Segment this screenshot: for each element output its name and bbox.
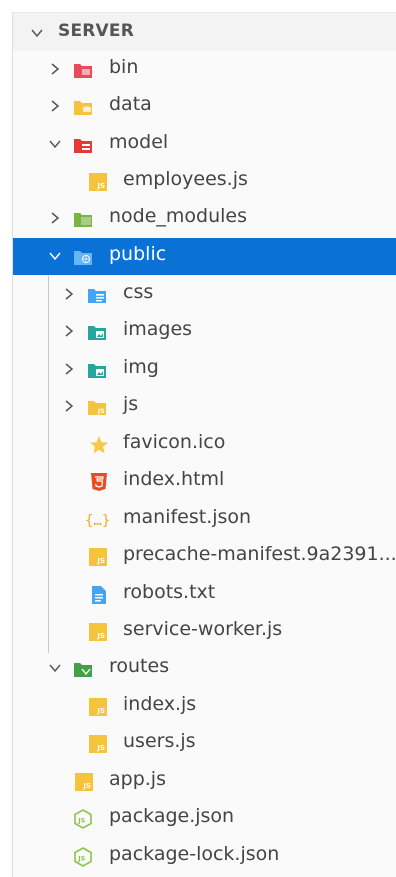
css-folder-icon bbox=[88, 289, 106, 303]
svg-text:JS: JS bbox=[77, 855, 85, 863]
tree-item-label: images bbox=[123, 318, 193, 340]
tree-item-label: img bbox=[123, 356, 159, 378]
tree-item-model[interactable]: model bbox=[13, 126, 396, 163]
tree-item-label: app.js bbox=[109, 768, 166, 790]
javascript-file-icon: JS bbox=[89, 698, 107, 716]
javascript-file-icon: JS bbox=[89, 173, 107, 191]
tree-item-label: routes bbox=[109, 655, 170, 677]
svg-text:JS: JS bbox=[77, 817, 85, 825]
tree-item-label: bin bbox=[109, 56, 139, 78]
chevron-down-icon[interactable] bbox=[48, 249, 62, 263]
tree-item-manifest-json[interactable]: {…} manifest.json bbox=[13, 501, 396, 538]
tree-item-index-html[interactable]: index.html bbox=[13, 463, 396, 500]
chevron-right-icon[interactable] bbox=[62, 399, 76, 413]
bin-folder-icon bbox=[74, 64, 92, 78]
js-folder-icon: JS bbox=[88, 401, 106, 415]
text-file-icon bbox=[92, 586, 106, 604]
html5-icon bbox=[91, 473, 107, 491]
nodejs-icon: JS bbox=[74, 847, 92, 867]
tree-item-label: node_modules bbox=[109, 205, 248, 227]
tree-item-service-worker-js[interactable]: JS service-worker.js bbox=[13, 613, 396, 650]
javascript-file-icon: JS bbox=[89, 735, 107, 753]
tree-item-data[interactable]: data bbox=[13, 88, 396, 125]
tree-item-label: manifest.json bbox=[123, 506, 252, 528]
tree-item-routes[interactable]: routes bbox=[13, 650, 396, 687]
tree-item-robots-txt[interactable]: robots.txt bbox=[13, 576, 396, 613]
tree-item-label: package.json bbox=[109, 805, 235, 827]
explorer-section-header[interactable]: SERVER bbox=[13, 13, 396, 51]
tree-item-label: service-worker.js bbox=[123, 618, 283, 640]
tree-item-package-lock-json[interactable]: JS package-lock.json bbox=[13, 838, 396, 875]
json-braces-icon: {…} bbox=[85, 513, 110, 529]
chevron-right-icon[interactable] bbox=[48, 211, 62, 225]
tree-item-label: js bbox=[123, 393, 139, 415]
tree-item-label: employees.js bbox=[123, 168, 248, 190]
javascript-file-icon: JS bbox=[89, 548, 107, 566]
tree-item-label: favicon.ico bbox=[123, 431, 226, 453]
tree-item-app-js[interactable]: JS app.js bbox=[13, 763, 396, 800]
chevron-right-icon[interactable] bbox=[48, 62, 62, 76]
tree-item-users-js[interactable]: JS users.js bbox=[13, 725, 396, 762]
tree-item-js[interactable]: JS js bbox=[13, 388, 396, 425]
tree-item-label: precache-manifest.9a2391... bbox=[123, 543, 396, 565]
tree-item-label: package-lock.json bbox=[109, 843, 280, 865]
node-modules-folder-icon bbox=[74, 213, 92, 227]
chevron-right-icon[interactable] bbox=[62, 362, 76, 376]
tree-item-package-json[interactable]: JS package.json bbox=[13, 800, 396, 837]
tree-item-favicon[interactable]: favicon.ico bbox=[13, 426, 396, 463]
tree-item-label: data bbox=[109, 93, 152, 115]
model-folder-icon bbox=[74, 139, 92, 153]
tree-item-label: public bbox=[109, 243, 167, 265]
chevron-down-icon[interactable] bbox=[30, 26, 44, 40]
chevron-right-icon[interactable] bbox=[62, 287, 76, 301]
tree-item-label: robots.txt bbox=[123, 581, 216, 603]
img-folder-icon bbox=[88, 364, 106, 378]
javascript-file-icon: JS bbox=[75, 773, 93, 791]
tree-item-public[interactable]: public bbox=[13, 238, 396, 275]
chevron-down-icon[interactable] bbox=[48, 137, 62, 151]
svg-text:JS: JS bbox=[97, 408, 105, 415]
tree-item-css[interactable]: css bbox=[13, 276, 396, 313]
public-folder-icon bbox=[74, 251, 92, 265]
tree-item-node-modules[interactable]: node_modules bbox=[13, 200, 396, 237]
tree-item-label: css bbox=[123, 281, 154, 303]
tree-item-img[interactable]: img bbox=[13, 351, 396, 388]
section-title: SERVER bbox=[58, 21, 135, 41]
images-folder-icon bbox=[88, 326, 106, 340]
tree-item-precache-manifest[interactable]: JS precache-manifest.9a2391... bbox=[13, 538, 396, 575]
tree-item-label: index.html bbox=[123, 468, 225, 490]
nodejs-icon: JS bbox=[74, 809, 92, 829]
routes-folder-icon bbox=[74, 663, 92, 677]
javascript-file-icon: JS bbox=[89, 623, 107, 641]
tree-item-bin[interactable]: bin bbox=[13, 51, 396, 88]
tree-item-employees-js[interactable]: JS employees.js bbox=[13, 163, 396, 200]
tree-item-routes-index-js[interactable]: JS index.js bbox=[13, 688, 396, 725]
tree-item-label: index.js bbox=[123, 693, 197, 715]
chevron-right-icon[interactable] bbox=[48, 99, 62, 113]
svg-text:{…}: {…} bbox=[85, 513, 110, 529]
tree-item-images[interactable]: images bbox=[13, 313, 396, 350]
star-icon bbox=[90, 436, 108, 454]
data-folder-icon bbox=[74, 101, 92, 115]
tree-item-label: users.js bbox=[123, 730, 196, 752]
tree-item-label: model bbox=[109, 131, 169, 153]
file-explorer: SERVER bin data model JS employees.js no… bbox=[0, 0, 396, 877]
chevron-right-icon[interactable] bbox=[62, 324, 76, 338]
chevron-down-icon[interactable] bbox=[48, 661, 62, 675]
